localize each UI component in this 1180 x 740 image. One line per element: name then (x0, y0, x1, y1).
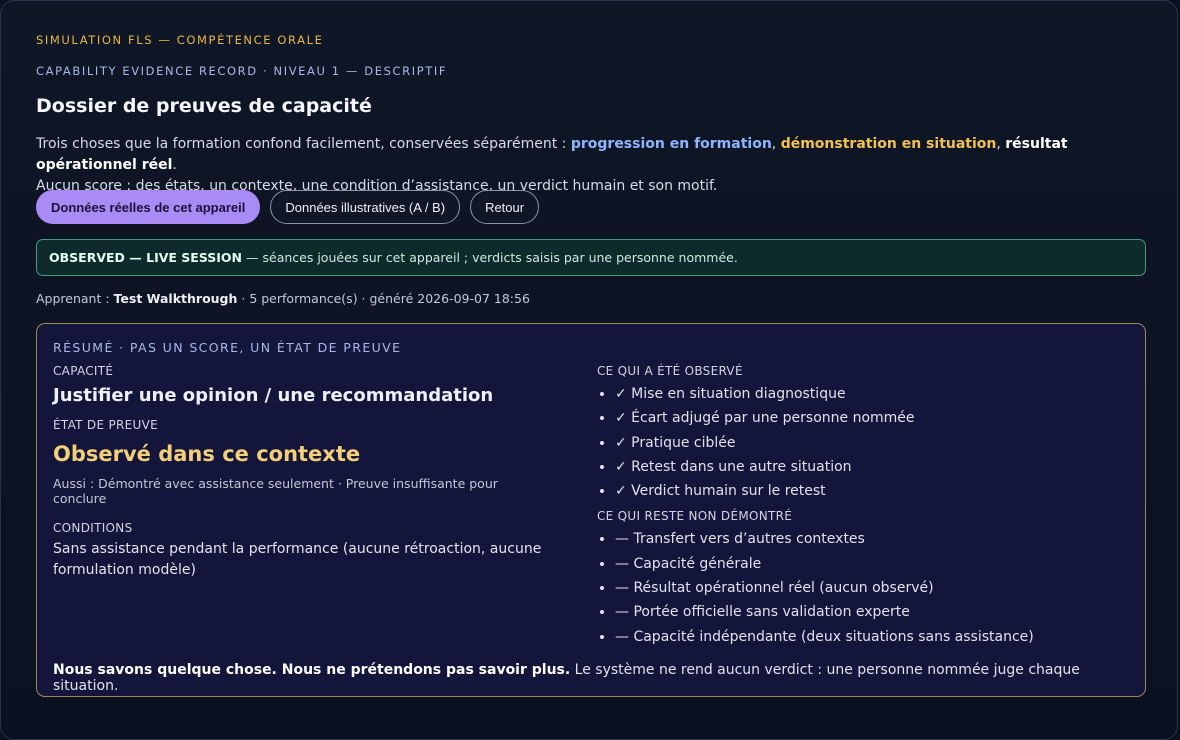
page-title: Dossier de preuves de capacité (36, 95, 372, 117)
intro-suffix: . (172, 157, 177, 173)
observed-list: ✓ Mise en situation diagnostique ✓ Écart… (597, 382, 1117, 503)
record-subtitle: CAPABILITY EVIDENCE RECORD · NIVEAU 1 — … (36, 64, 448, 78)
observed-text: — séances jouées sur cet appareil ; verd… (246, 250, 738, 265)
conditions-label: CONDITIONS (53, 521, 133, 535)
app-window: SIMULATION FLS — COMPÉTENCE ORALE CAPABI… (0, 0, 1178, 740)
intro-sep: , (771, 136, 781, 152)
observed-tag: OBSERVED — LIVE SESSION (49, 250, 243, 265)
back-button[interactable]: Retour (470, 190, 540, 224)
capacity-label: CAPACITÉ (53, 364, 114, 378)
list-item: — Capacité indépendante (deux situations… (615, 625, 1117, 649)
not-demonstrated-list: — Transfert vers d’autres contextes — Ca… (597, 527, 1117, 648)
learner-name: Test Walkthrough (113, 291, 238, 306)
summary-title: RÉSUMÉ · PAS UN SCORE, UN ÉTAT DE PREUVE (53, 340, 402, 355)
intro-term-demonstration: démonstration en situation (780, 136, 997, 152)
summary-right-column: CE QUI A ÉTÉ OBSERVÉ ✓ Mise en situation… (597, 364, 1117, 649)
list-item: ✓ Pratique ciblée (615, 431, 1117, 455)
footer-statement: Nous savons quelque chose. Nous ne préte… (53, 662, 571, 678)
real-data-button[interactable]: Données réelles de cet appareil (36, 190, 261, 224)
list-item: — Résultat opérationnel réel (aucun obse… (615, 576, 1117, 600)
list-item: — Portée officielle sans validation expe… (615, 600, 1117, 624)
summary-footer: Nous savons quelque chose. Nous ne préte… (53, 662, 1133, 694)
data-source-toolbar: Données réelles de cet appareil Données … (36, 190, 540, 224)
observed-banner: OBSERVED — LIVE SESSION — séances jouées… (36, 239, 1146, 276)
illustrative-data-button[interactable]: Données illustratives (A / B) (270, 190, 461, 224)
conditions-value: Sans assistance pendant la performance (… (53, 541, 542, 578)
state-also: Aussi : Démontré avec assistance seuleme… (53, 476, 498, 506)
capacity-value: Justifier une opinion / une recommandati… (53, 385, 494, 406)
summary-left-column: CAPACITÉ Justifier une opinion / une rec… (53, 364, 553, 581)
learner-prefix: Apprenant : (36, 291, 114, 306)
not-demonstrated-label: CE QUI RESTE NON DÉMONTRÉ (597, 509, 793, 524)
intro-prefix: Trois choses que la formation confond fa… (36, 136, 571, 152)
state-label: ÉTAT DE PREUVE (53, 418, 158, 432)
list-item: — Transfert vers d’autres contextes (615, 527, 1117, 551)
state-value: Observé dans ce contexte (53, 442, 361, 466)
list-item: ✓ Mise en situation diagnostique (615, 382, 1117, 406)
learner-meta: Apprenant : Test Walkthrough · 5 perform… (36, 291, 530, 306)
list-item: ✓ Écart adjugé par une personne nommée (615, 406, 1117, 430)
intro-text: Trois choses que la formation confond fa… (36, 134, 1146, 197)
list-item: ✓ Retest dans une autre situation (615, 455, 1117, 479)
intro-sep: , (996, 136, 1006, 152)
intro-term-training: progression en formation (570, 136, 772, 152)
list-item: ✓ Verdict humain sur le retest (615, 479, 1117, 503)
summary-card: RÉSUMÉ · PAS UN SCORE, UN ÉTAT DE PREUVE… (36, 323, 1146, 697)
app-eyebrow: SIMULATION FLS — COMPÉTENCE ORALE (36, 33, 324, 47)
observed-list-label: CE QUI A ÉTÉ OBSERVÉ (597, 364, 743, 378)
list-item: — Capacité générale (615, 552, 1117, 576)
learner-details: · 5 performance(s) · généré 2026-09-07 1… (237, 291, 530, 306)
